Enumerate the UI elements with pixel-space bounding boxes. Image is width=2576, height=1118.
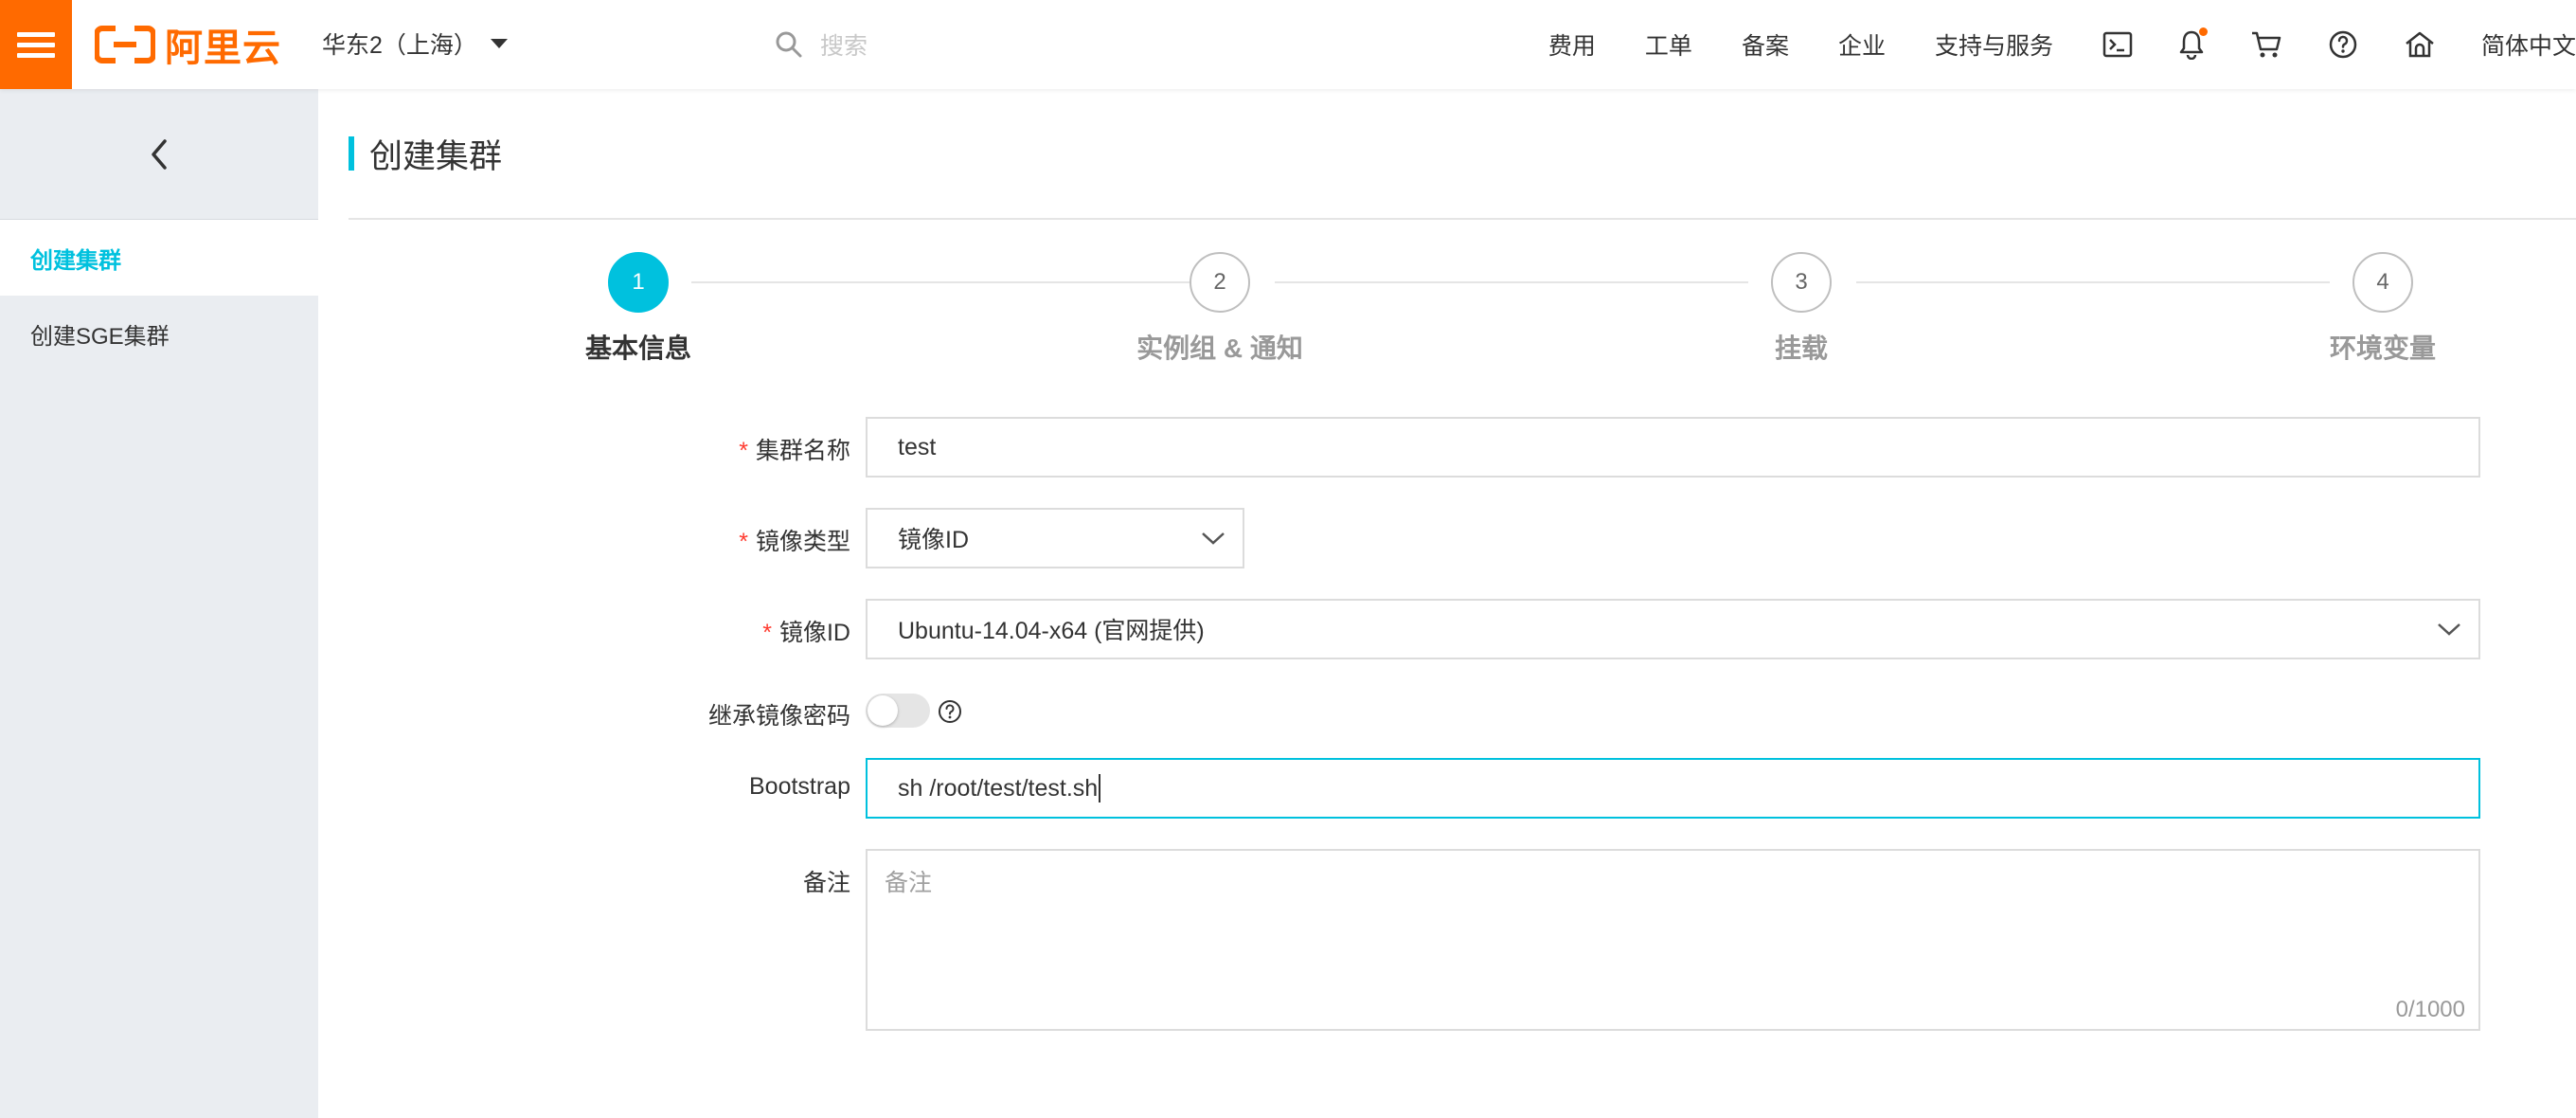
page-header: 创建集群 [349, 89, 2576, 220]
home-icon[interactable] [2404, 30, 2436, 59]
cluster-name-label: * 集群名称 [739, 438, 850, 464]
title-accent-bar [349, 136, 354, 171]
text-cursor [1099, 774, 1101, 802]
hamburger-menu-button[interactable] [0, 0, 72, 89]
terminal-icon[interactable] [2102, 31, 2133, 58]
step-connector [1856, 281, 2330, 283]
hamburger-icon [17, 27, 55, 63]
aliyun-logo-mark-icon [95, 26, 155, 63]
bell-icon[interactable] [2178, 27, 2208, 60]
image-id-label: * 镜像ID [762, 620, 850, 646]
step-connector [691, 281, 1191, 283]
remark-textarea[interactable]: 备注 0/1000 [866, 849, 2480, 1031]
chevron-down-icon [1202, 532, 1225, 545]
remark-character-count: 0/1000 [2395, 997, 2465, 1022]
search-icon [776, 31, 802, 58]
chevron-down-icon [2438, 623, 2460, 636]
step-2-circle: 2 [1190, 252, 1250, 313]
image-type-value: 镜像ID [898, 527, 970, 553]
image-type-label: * 镜像类型 [739, 529, 850, 555]
language-selector[interactable]: 简体中文 [2481, 27, 2576, 62]
logo-text: 阿里云 [165, 27, 281, 70]
region-label: 华东2（上海） [322, 32, 477, 59]
step-3-label: 挂载 [1774, 334, 1828, 363]
step-indicator: 1 基本信息 2 实例组 & 通知 3 挂载 4 环境变量 [0, 250, 2576, 373]
step-4-circle: 4 [2352, 252, 2413, 313]
image-id-value: Ubuntu-14.04-x64 (官网提供) [898, 618, 1205, 644]
remark-placeholder: 备注 [885, 870, 933, 896]
help-icon[interactable] [938, 699, 962, 724]
notification-dot [2198, 27, 2208, 36]
nav-item-tickets[interactable]: 工单 [1645, 27, 1692, 62]
aliyun-logo[interactable]: 阿里云 [95, 23, 281, 70]
step-4-label: 环境变量 [2329, 334, 2436, 363]
top-nav-links: 费用 工单 备案 企业 支持与服务 简体中文 [1548, 0, 2576, 89]
page-title: 创建集群 [369, 137, 503, 175]
cluster-name-value: test [898, 433, 937, 460]
chevron-left-icon [152, 138, 167, 170]
required-mark: * [739, 438, 748, 464]
sidebar: 创建集群 创建SGE集群 [0, 89, 318, 1118]
image-type-select[interactable]: 镜像ID [866, 508, 1244, 568]
bootstrap-value: sh /root/test/test.sh [898, 774, 1099, 802]
required-mark: * [762, 620, 772, 646]
nav-item-enterprise[interactable]: 企业 [1838, 27, 1886, 62]
bootstrap-label: Bootstrap [748, 773, 850, 800]
help-icon[interactable] [2328, 29, 2358, 60]
step-connector [1275, 281, 1748, 283]
toggle-knob [868, 695, 898, 726]
inherit-password-toggle[interactable] [866, 694, 930, 728]
search-input[interactable]: 搜索 [820, 27, 868, 62]
inherit-password-label: 继承镜像密码 [707, 703, 850, 730]
step-1-label: 基本信息 [584, 334, 691, 363]
region-selector[interactable]: 华东2（上海） [322, 27, 508, 61]
top-navigation-bar: 阿里云 华东2（上海） 搜索 费用 工单 备案 企业 支持与服务 简体中文 [0, 0, 2576, 89]
step-2-label: 实例组 & 通知 [1136, 334, 1303, 363]
cluster-name-input[interactable]: test [866, 417, 2480, 478]
caret-down-icon [490, 39, 508, 48]
step-3-circle: 3 [1771, 252, 1832, 313]
remark-label: 备注 [802, 870, 850, 896]
nav-item-filing[interactable]: 备案 [1742, 27, 1789, 62]
search-bar[interactable]: 搜索 [775, 23, 868, 66]
bootstrap-input[interactable]: sh /root/test/test.sh [866, 758, 2480, 819]
nav-item-billing[interactable]: 费用 [1548, 27, 1596, 62]
nav-item-support[interactable]: 支持与服务 [1935, 27, 2053, 62]
sidebar-collapse-button[interactable] [0, 89, 318, 220]
step-1-circle: 1 [608, 252, 669, 313]
image-id-select[interactable]: Ubuntu-14.04-x64 (官网提供) [866, 599, 2480, 659]
cart-icon[interactable] [2250, 29, 2282, 60]
required-mark: * [739, 529, 748, 555]
